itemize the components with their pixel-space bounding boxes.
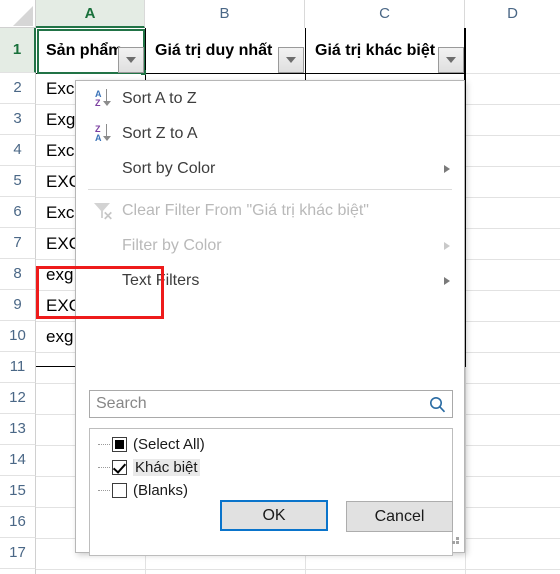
menu-item-sort-a-to-z[interactable]: A Z Sort A to Z [76,81,464,116]
row-header-4[interactable]: 4 [0,135,36,166]
list-item-blanks[interactable]: (Blanks) [90,479,452,502]
excel-filter-screenshot: A B C D 1 2 3 4 5 6 7 8 9 10 11 12 13 14… [0,0,560,574]
row-header-2[interactable]: 2 [0,73,36,104]
checkbox-select-all[interactable] [112,437,127,452]
column-header-strip: A B C D [36,0,560,28]
column-header-c[interactable]: C [305,0,465,28]
menu-item-filter-by-color: Filter by Color [76,228,464,263]
row-header-14[interactable]: 14 [0,445,36,476]
search-icon[interactable] [422,396,452,413]
chevron-right-icon [444,241,450,250]
row-header-16[interactable]: 16 [0,507,36,538]
row-header-6[interactable]: 6 [0,197,36,228]
chevron-right-icon [444,276,450,285]
filter-value-listbox[interactable]: (Select All) Khác biệt (Blanks) [89,428,453,556]
list-item-select-all[interactable]: (Select All) [90,433,452,456]
row-header-17[interactable]: 17 [0,538,36,569]
menu-item-label: Sort A to Z [122,89,197,107]
row-header-11[interactable]: 11 [0,352,36,383]
chevron-down-icon [126,57,136,63]
column-header-d[interactable]: D [465,0,560,28]
row-header-3[interactable]: 3 [0,104,36,135]
menu-item-clear-filter: ✕ Clear Filter From "Giá trị khác biệt" [76,193,464,228]
search-box[interactable] [89,390,453,418]
menu-item-sort-z-to-a[interactable]: Z A Sort Z to A [76,116,464,151]
row-header-7[interactable]: 7 [0,228,36,259]
tree-connector-icon [98,444,110,445]
row-header-9[interactable]: 9 [0,290,36,321]
menu-item-label: Clear Filter From "Giá trị khác biệt" [122,201,369,219]
row-header-13[interactable]: 13 [0,414,36,445]
clear-filter-icon: ✕ [88,201,122,223]
sort-za-icon: Z A [88,123,122,145]
search-input[interactable] [90,395,422,413]
row-header-5[interactable]: 5 [0,166,36,197]
menu-divider [88,189,452,190]
chevron-down-icon [286,57,296,63]
row-header-10[interactable]: 10 [0,321,36,352]
sort-az-icon: A Z [88,88,122,110]
checkbox-blanks[interactable] [112,483,127,498]
row-header-15[interactable]: 15 [0,476,36,507]
chevron-right-icon [444,164,450,173]
chevron-down-icon [446,57,456,63]
resize-grip[interactable] [448,537,460,549]
column-header-a[interactable]: A [36,0,145,28]
column-header-b[interactable]: B [145,0,305,28]
menu-item-label: Sort Z to A [122,124,198,142]
tree-connector-icon [98,490,110,491]
row-header-12[interactable]: 12 [0,383,36,414]
row-header-18[interactable]: 18 [0,569,36,574]
menu-item-label: Sort by Color [122,159,216,177]
select-all-triangle-icon [13,6,33,26]
filter-button-column-c[interactable] [438,47,464,73]
menu-item-sort-by-color[interactable]: Sort by Color [76,151,464,186]
list-item-khac-biet[interactable]: Khác biệt [90,456,452,479]
list-item-label: Khác biệt [133,459,200,476]
menu-item-label: Filter by Color [122,236,222,254]
tree-connector-icon [98,467,110,468]
filter-button-column-a[interactable] [118,47,144,73]
menu-item-text-filters[interactable]: Text Filters [76,263,464,298]
autofilter-dropdown-panel: A Z Sort A to Z Z A Sort Z to A Sort by … [75,80,465,556]
ok-button[interactable]: OK [220,500,328,531]
cancel-button[interactable]: Cancel [346,501,453,532]
menu-item-label: Text Filters [122,271,200,289]
list-item-label: (Select All) [133,436,205,453]
select-all-corner[interactable] [0,0,36,28]
row-header-8[interactable]: 8 [0,259,36,290]
list-item-label: (Blanks) [133,482,189,499]
filter-button-column-b[interactable] [278,47,304,73]
row-header-1[interactable]: 1 [0,28,36,73]
checkbox-khac-biet[interactable] [112,460,127,475]
